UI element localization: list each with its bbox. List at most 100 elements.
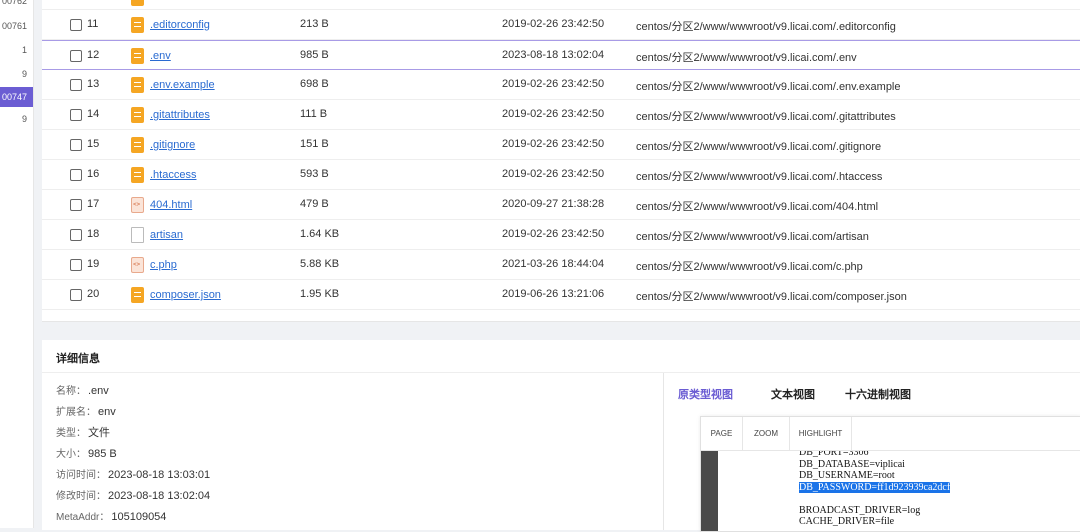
file-size: 1.95 KB xyxy=(300,288,340,300)
row-number: 16 xyxy=(87,168,100,180)
file-size: 213 B xyxy=(300,18,329,30)
code-text: BROADCAST_DRIVER=log xyxy=(799,504,921,516)
file-date: 2023-08-18 13:02:04 xyxy=(502,49,605,61)
info-key: 大小： xyxy=(56,449,86,460)
file-name-link[interactable]: .htaccess xyxy=(150,169,196,181)
file-size: 111 B xyxy=(300,108,328,120)
file-path: centos/分区2/www/wwwroot/v9.licai.com/.edi… xyxy=(636,21,896,33)
viewer-toolbar: PAGE ZOOM HIGHLIGHT xyxy=(701,417,1080,451)
tab-native-view[interactable]: 原类型视图 xyxy=(678,386,733,402)
code-text: DB_DATABASE=viplicai xyxy=(799,458,905,470)
html-file-icon xyxy=(131,257,144,273)
file-name-link[interactable]: .env xyxy=(150,50,171,62)
row-number: 20 xyxy=(87,288,100,300)
table-row[interactable]: 20 composer.json 1.95 KB 2019-06-26 13:21:0… xyxy=(42,280,1080,310)
row-checkbox[interactable] xyxy=(70,289,82,301)
table-row-partial xyxy=(42,0,1080,10)
zoom-button[interactable]: ZOOM xyxy=(743,417,790,451)
info-field: 类型： 文件 xyxy=(56,424,110,440)
page-button[interactable]: PAGE xyxy=(701,417,743,451)
file-name-link[interactable]: artisan xyxy=(150,229,183,241)
table-row[interactable]: 11 .editorconfig 213 B 2019-02-26 23:42:50 c… xyxy=(42,10,1080,40)
code-text: CACHE_DRIVER=file xyxy=(799,516,895,527)
table-row[interactable]: 17 404.html 479 B 2020-09-27 21:38:28 centos… xyxy=(42,190,1080,220)
row-checkbox[interactable] xyxy=(70,229,82,241)
file-name-link[interactable]: .gitignore xyxy=(150,139,195,151)
file-size: 5.88 KB xyxy=(300,258,340,270)
row-checkbox[interactable] xyxy=(70,109,82,121)
row-number: 12 xyxy=(87,49,100,61)
table-row[interactable]: 13 .env.example 698 B 2019-02-26 23:42:50 ce… xyxy=(42,70,1080,100)
left-sidebar-strip: 00762 00761 1 9 00747 9 xyxy=(0,0,34,528)
file-path: centos/分区2/www/wwwroot/v9.licai.com/arti… xyxy=(636,231,869,243)
info-value: .env xyxy=(88,385,109,397)
file-size: 985 B xyxy=(300,49,329,61)
html-file-icon xyxy=(131,197,144,213)
file-name-link[interactable]: composer.json xyxy=(150,289,221,301)
info-field: 修改时间： 2023-08-18 13:02:04 xyxy=(56,487,210,502)
tab-hex-view[interactable]: 十六进制视图 xyxy=(845,386,911,402)
table-row[interactable]: 16 .htaccess 593 B 2019-02-26 23:42:50 cento… xyxy=(42,160,1080,190)
file-name-link[interactable]: 404.html xyxy=(150,199,192,211)
info-key: 扩展名： xyxy=(56,407,96,418)
file-name-link[interactable]: c.php xyxy=(150,259,177,271)
row-checkbox[interactable] xyxy=(70,259,82,271)
row-checkbox[interactable] xyxy=(70,199,82,211)
row-checkbox[interactable] xyxy=(70,139,82,151)
viewer-body[interactable]: DB_PORT=3306 DB_DATABASE=viplicai DB_USERN… xyxy=(701,451,1080,531)
file-size: 479 B xyxy=(300,198,329,210)
table-row[interactable]: 15 .gitignore 151 B 2019-02-26 23:42:50 cent… xyxy=(42,130,1080,160)
file-path: centos/分区2/www/wwwroot/v9.licai.com/.env xyxy=(636,52,857,64)
gear-file-icon xyxy=(131,137,144,153)
table-row[interactable]: 14 .gitattributes 111 B 2019-02-26 23:42:50… xyxy=(42,100,1080,130)
row-number: 11 xyxy=(87,18,99,30)
sidebar-item-count[interactable]: 00761 xyxy=(2,21,27,31)
file-date: 2019-02-26 23:42:50 xyxy=(502,78,605,90)
info-value: 105109054 xyxy=(111,511,167,523)
file-viewer: PAGE ZOOM HIGHLIGHT DB_PORT=3306 DB_DATAB… xyxy=(700,416,1080,532)
blank-file-icon xyxy=(131,227,144,243)
file-name-link[interactable]: .editorconfig xyxy=(150,19,210,31)
code-text: DB_PASSWORD=ff1d923939ca2dcf xyxy=(799,481,951,493)
file-date: 2019-06-26 13:21:06 xyxy=(502,288,605,300)
row-number: 19 xyxy=(87,258,100,270)
info-key: 访问时间： xyxy=(56,470,106,481)
file-path: centos/分区2/www/wwwroot/v9.licai.com/.hta… xyxy=(636,171,883,183)
file-date: 2019-02-26 23:42:50 xyxy=(502,168,605,180)
sidebar-item-count[interactable]: 9 xyxy=(22,114,27,124)
sidebar-item-count[interactable]: 00762 xyxy=(2,0,27,6)
row-checkbox[interactable] xyxy=(70,50,82,62)
sidebar-item-count-active[interactable]: 00747 xyxy=(0,87,33,107)
code-text: DB_PORT=3306 xyxy=(799,451,869,458)
row-checkbox[interactable] xyxy=(70,19,82,31)
info-field: 名称： .env xyxy=(56,382,109,397)
tab-text-view[interactable]: 文本视图 xyxy=(771,386,815,402)
code-line: DB_USERNAME=root xyxy=(799,470,950,482)
file-path: centos/分区2/www/wwwroot/v9.licai.com/404.… xyxy=(636,201,879,213)
row-number: 13 xyxy=(87,78,100,90)
table-row[interactable]: 12 .env 985 B 2023-08-18 13:02:04 centos/分区2… xyxy=(42,40,1080,70)
row-checkbox[interactable] xyxy=(70,79,82,91)
code-line-highlighted: DB_PASSWORD=ff1d923939ca2dcf xyxy=(799,481,951,494)
info-value: 2023-08-18 13:02:04 xyxy=(108,490,211,502)
detail-title: 详细信息 xyxy=(56,353,100,365)
file-name-link[interactable]: .env.example xyxy=(150,79,215,91)
highlight-button[interactable]: HIGHLIGHT xyxy=(790,417,852,451)
info-value: 文件 xyxy=(88,427,110,439)
info-field: 扩展名： env xyxy=(56,403,116,418)
row-number: 15 xyxy=(87,138,100,150)
row-checkbox[interactable] xyxy=(70,169,82,181)
file-size: 151 B xyxy=(300,138,329,150)
table-row[interactable]: 18 artisan 1.64 KB 2019-02-26 23:42:50 cento… xyxy=(42,220,1080,250)
info-key: 类型： xyxy=(56,428,86,439)
file-path: centos/分区2/www/wwwroot/v9.licai.com/c.ph… xyxy=(636,261,863,273)
file-size: 1.64 KB xyxy=(300,228,340,240)
code-line: DB_PORT=3306 xyxy=(799,451,950,459)
sidebar-item-count[interactable]: 1 xyxy=(22,45,27,55)
sidebar-item-count[interactable]: 9 xyxy=(22,69,27,79)
info-field: MetaAddr： 105109054 xyxy=(56,508,166,523)
viewer-gutter xyxy=(701,451,718,531)
file-name-link[interactable]: .gitattributes xyxy=(150,109,210,121)
table-row[interactable]: 19 c.php 5.88 KB 2021-03-26 18:44:04 centos/… xyxy=(42,250,1080,280)
info-field: 访问时间： 2023-08-18 13:03:01 xyxy=(56,466,210,481)
